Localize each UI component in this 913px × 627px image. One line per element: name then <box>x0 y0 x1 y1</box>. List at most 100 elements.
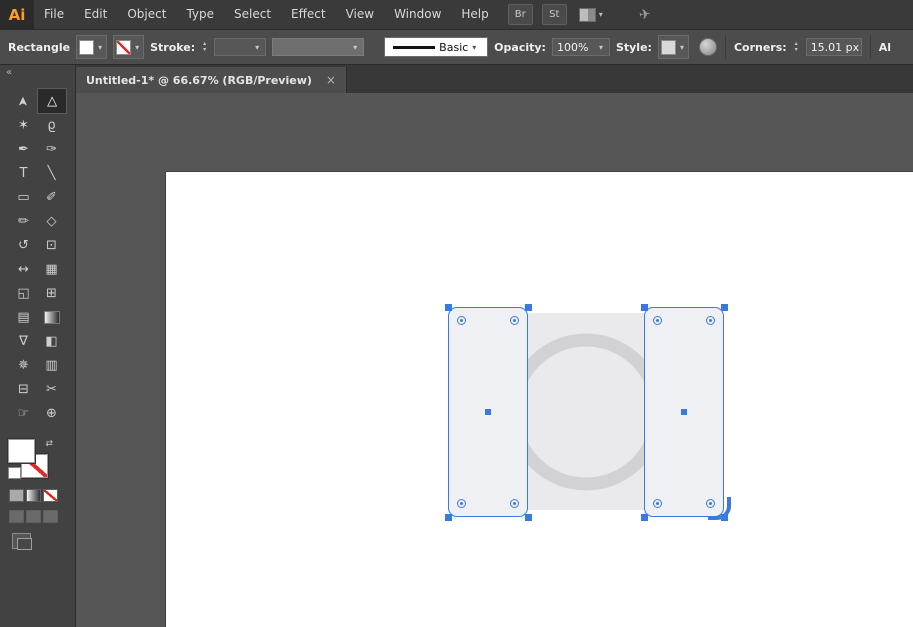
workspace-switcher[interactable]: ▾ <box>578 7 603 22</box>
graphic-style-select[interactable]: ▾ <box>657 35 689 59</box>
draw-inside-button[interactable] <box>43 510 58 523</box>
curvature-tool[interactable]: ✑ <box>38 137 66 161</box>
style-swatch-icon <box>660 39 676 55</box>
menu-view[interactable]: View <box>336 0 384 29</box>
opacity-select[interactable]: 100% ▾ <box>551 38 610 56</box>
opacity-value: 100% <box>556 40 589 54</box>
pencil-tool[interactable]: ✏ <box>10 209 38 233</box>
fill-color-dropdown[interactable]: ▾ <box>76 35 108 59</box>
corner-widget[interactable] <box>510 499 519 508</box>
magic-wand-tool[interactable]: ✶ <box>10 113 38 137</box>
paintbrush-tool[interactable]: ✐ <box>38 185 66 209</box>
selection-handle[interactable] <box>641 514 648 521</box>
stroke-weight-select[interactable]: ▾ <box>214 38 267 56</box>
selection-handle[interactable] <box>445 514 452 521</box>
close-icon[interactable]: × <box>326 73 336 87</box>
recolor-artwork-icon[interactable] <box>698 38 717 56</box>
selection-handle[interactable] <box>525 514 532 521</box>
lasso-tool[interactable]: ϱ <box>38 113 66 137</box>
column-graph-tool[interactable]: ▥ <box>38 353 66 377</box>
draw-normal-button[interactable] <box>9 510 24 523</box>
menu-object[interactable]: Object <box>117 0 176 29</box>
shape-builder-tool[interactable]: ◱ <box>10 281 38 305</box>
brush-definition-select[interactable]: ▾ <box>272 38 365 56</box>
type-tool[interactable]: T <box>10 161 38 185</box>
color-button[interactable] <box>9 489 24 502</box>
selection-handle[interactable] <box>525 304 532 311</box>
draw-behind-button[interactable] <box>26 510 41 523</box>
mesh-tool[interactable]: ▤ <box>10 305 38 329</box>
gpu-performance-icon[interactable]: ✈ <box>638 6 652 23</box>
blend-tool-icon: ◧ <box>45 333 58 349</box>
screen-mode-button[interactable] <box>12 533 32 550</box>
menu-select[interactable]: Select <box>224 0 281 29</box>
menu-file[interactable]: File <box>34 0 74 29</box>
corner-widget[interactable] <box>510 316 519 325</box>
symbol-sprayer-tool[interactable]: ✵ <box>10 353 38 377</box>
line-segment-tool[interactable]: ╲ <box>38 161 66 185</box>
perspective-grid-tool-icon: ⊞ <box>46 285 57 301</box>
free-transform-tool-icon: ▦ <box>45 261 58 277</box>
gradient-tool[interactable] <box>38 305 66 329</box>
stroke-style-select[interactable]: Basic ▾ <box>384 37 489 57</box>
scale-tool-icon: ⊡ <box>46 237 57 253</box>
fill-swatch[interactable] <box>8 439 35 463</box>
menu-window[interactable]: Window <box>384 0 451 29</box>
selection-handle[interactable] <box>641 304 648 311</box>
corner-widget[interactable] <box>706 316 715 325</box>
zoom-tool[interactable]: ⊕ <box>38 401 66 425</box>
corner-widget[interactable] <box>653 316 662 325</box>
graphic-styles-button[interactable]: St <box>541 4 567 25</box>
brush-libraries-button[interactable]: Br <box>507 4 533 25</box>
chevron-down-icon: ▾ <box>255 42 260 52</box>
corners-stepper[interactable]: ▴ ▾ <box>793 41 800 53</box>
corner-widget[interactable] <box>457 499 466 508</box>
selection-handle[interactable] <box>721 304 728 311</box>
menu-type[interactable]: Type <box>176 0 224 29</box>
corners-field[interactable]: 15.01 px <box>805 38 862 56</box>
stroke-color-dropdown[interactable]: ▾ <box>113 35 145 59</box>
center-point[interactable] <box>485 409 491 415</box>
curvature-tool-icon: ✑ <box>46 141 57 157</box>
corner-widget[interactable] <box>653 499 662 508</box>
menu-effect[interactable]: Effect <box>281 0 336 29</box>
drawing-mode-buttons <box>9 510 75 523</box>
default-fill-stroke-icon[interactable] <box>8 467 21 479</box>
blend-tool[interactable]: ◧ <box>38 329 66 353</box>
corner-widget[interactable] <box>457 316 466 325</box>
document-tab[interactable]: Untitled-1* @ 66.67% (RGB/Preview) × <box>76 67 347 93</box>
align-label-truncated: Al <box>878 40 891 54</box>
rectangle-tool[interactable]: ▭ <box>10 185 38 209</box>
stroke-style-value: Basic <box>439 40 469 54</box>
free-transform-tool[interactable]: ▦ <box>38 257 66 281</box>
canvas[interactable] <box>76 93 913 627</box>
perspective-grid-tool[interactable]: ⊞ <box>38 281 66 305</box>
scale-tool[interactable]: ⊡ <box>38 233 66 257</box>
slice-tool[interactable]: ✂ <box>38 377 66 401</box>
rotate-tool-icon: ↺ <box>18 237 29 253</box>
tools-grid: ➤ ▷ ✶ ϱ ✒ ✑ T ╲ ▭ ✐ ✏ ◇ ↺ ⊡ ↔ ▦ ◱ ⊞ ▤ ∇ ◧ ✵ ▥ ⊟ ✂ ☞ ⊕ <box>0 88 75 425</box>
hand-tool[interactable]: ☞ <box>10 401 38 425</box>
chevron-down-icon: ▾ <box>353 42 358 52</box>
eraser-tool[interactable]: ◇ <box>38 209 66 233</box>
gradient-button[interactable] <box>26 489 41 502</box>
center-point[interactable] <box>681 409 687 415</box>
rotate-tool[interactable]: ↺ <box>10 233 38 257</box>
direct-selection-tool[interactable]: ▷ <box>36 88 67 114</box>
selection-tool[interactable]: ➤ <box>10 89 38 113</box>
none-button[interactable] <box>43 489 58 502</box>
eyedropper-tool[interactable]: ∇ <box>10 329 38 353</box>
eyedropper-tool-icon: ∇ <box>19 333 28 349</box>
app-logo: Ai <box>0 0 34 29</box>
collapse-panel-button[interactable]: « <box>0 65 75 83</box>
stroke-weight-stepper[interactable]: ▴ ▾ <box>201 41 208 53</box>
pen-tool[interactable]: ✒ <box>10 137 38 161</box>
line-segment-tool-icon: ╲ <box>47 165 56 181</box>
menu-help[interactable]: Help <box>451 0 498 29</box>
swap-fill-stroke-icon[interactable]: ⇄ <box>45 439 53 449</box>
artboard-tool[interactable]: ⊟ <box>10 377 38 401</box>
width-tool[interactable]: ↔ <box>10 257 38 281</box>
menu-edit[interactable]: Edit <box>74 0 117 29</box>
selection-handle[interactable] <box>445 304 452 311</box>
column-graph-tool-icon: ▥ <box>45 357 58 373</box>
